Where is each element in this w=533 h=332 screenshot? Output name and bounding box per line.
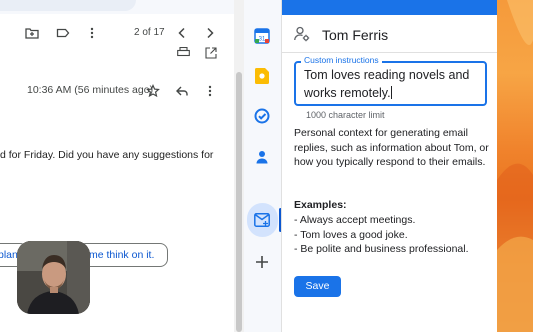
print-icon[interactable] xyxy=(177,46,191,58)
tasks-icon[interactable] xyxy=(250,104,274,128)
message-body-text: d for Friday. Did you have any suggestio… xyxy=(0,149,214,161)
addon-top-bar xyxy=(282,0,498,15)
chevron-left-icon[interactable] xyxy=(174,26,190,42)
gmail-message-view: 2 of 17 10:36 AM (56 minutes ago) d for … xyxy=(0,0,234,332)
search-bar-edge[interactable] xyxy=(0,0,136,11)
addon-icon[interactable] xyxy=(250,208,274,232)
custom-instructions-value[interactable]: Tom loves reading novels and works remot… xyxy=(304,68,469,100)
reply-icon[interactable] xyxy=(174,84,190,100)
label-icon[interactable] xyxy=(55,26,71,42)
chevron-right-icon[interactable] xyxy=(202,26,218,42)
side-panel-apps: 31 xyxy=(244,0,282,332)
save-button[interactable]: Save xyxy=(294,276,341,297)
text-caret xyxy=(390,86,392,99)
desktop-wallpaper xyxy=(497,0,533,332)
contact-name-title: Tom Ferris xyxy=(322,27,389,43)
custom-instructions-label: Custom instructions xyxy=(301,55,382,65)
instructions-description: Personal context for generating email re… xyxy=(294,127,489,168)
scrollbar-thumb[interactable] xyxy=(236,72,242,332)
calendar-icon[interactable]: 31 xyxy=(250,24,274,48)
example-item: - Be polite and business professional. xyxy=(294,243,469,255)
example-item: - Always accept meetings. xyxy=(294,214,416,226)
examples-heading: Examples: xyxy=(294,199,347,211)
video-call-thumbnail[interactable] xyxy=(17,241,90,314)
smart-reply-chip-2[interactable]: me think on it. xyxy=(78,243,168,267)
more-vert-icon[interactable] xyxy=(202,84,218,100)
add-icon[interactable] xyxy=(250,250,274,274)
custom-instructions-input[interactable]: Tom loves reading novels and works remot… xyxy=(304,66,484,102)
example-item: - Tom loves a good joke. xyxy=(294,228,408,241)
open-in-new-window-icon[interactable] xyxy=(205,46,219,59)
addon-panel: Tom Ferris Custom instructions Tom loves… xyxy=(281,0,498,332)
examples-list: - Always accept meetings. - Tom loves a … xyxy=(294,213,469,257)
message-toolbar: 2 of 17 xyxy=(0,20,234,48)
message-timestamp: 10:36 AM (56 minutes ago) xyxy=(27,84,154,96)
keep-icon[interactable] xyxy=(250,64,274,88)
more-vert-icon[interactable] xyxy=(84,26,100,42)
character-limit-hint: 1000 character limit xyxy=(306,110,385,120)
calendar-day: 31 xyxy=(259,37,266,43)
contact-settings-icon xyxy=(294,26,310,42)
move-to-folder-icon[interactable] xyxy=(24,26,40,42)
star-icon[interactable] xyxy=(145,84,161,100)
pagination-count: 2 of 17 xyxy=(134,27,165,38)
screen: 2 of 17 10:36 AM (56 minutes ago) d for … xyxy=(0,0,533,332)
addon-header: Tom Ferris xyxy=(282,15,498,53)
contacts-icon[interactable] xyxy=(250,145,274,169)
